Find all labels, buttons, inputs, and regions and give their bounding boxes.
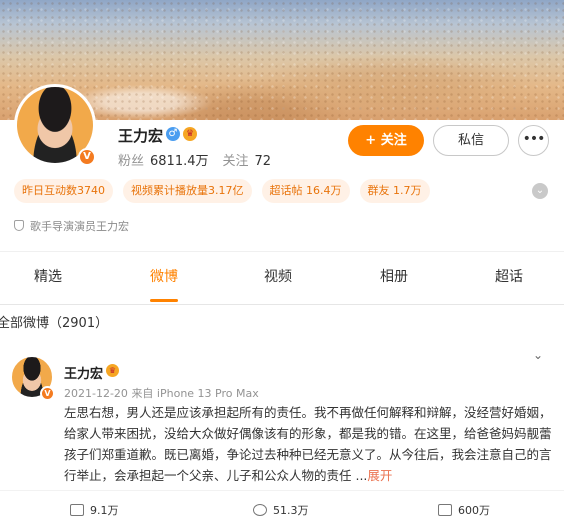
verified-badge-icon: V <box>78 148 96 166</box>
profile-tabs: 精选 微博 视频 相册 超话 <box>0 266 564 304</box>
profile-tags: 昨日互动数3740 视频累计播放量3.17亿 超话帖 16.4万 群友 1.7万 <box>14 179 430 203</box>
follow-button[interactable]: + 关注 <box>348 125 424 156</box>
repost-count: 9.1万 <box>90 504 119 517</box>
tag-interactions[interactable]: 昨日互动数3740 <box>14 179 113 203</box>
follow-count[interactable]: 72 <box>255 154 272 169</box>
active-tab-indicator <box>150 299 178 302</box>
message-button[interactable]: 私信 <box>433 125 509 156</box>
repost-button[interactable]: 9.1万 <box>70 502 119 518</box>
comment-button[interactable]: 51.3万 <box>253 502 309 518</box>
tab-featured[interactable]: 精选 <box>34 266 62 286</box>
post-author-name[interactable]: 王力宏 <box>64 363 103 382</box>
profile-stats: 粉丝 6811.4万 关注 72 <box>118 150 271 169</box>
shield-icon <box>14 220 24 231</box>
comment-count: 51.3万 <box>273 504 309 517</box>
divider <box>0 251 564 252</box>
tab-video[interactable]: 视频 <box>264 266 292 286</box>
vip-crown-icon: ♛ <box>106 364 119 377</box>
post-date[interactable]: 2021-12-20 <box>64 387 128 400</box>
fans-count[interactable]: 6811.4万 <box>150 154 209 169</box>
post-content: 左思右想，男人还是应该承担起所有的责任。我不再做任何解释和辩解，没经营好婚姻，给… <box>64 402 556 486</box>
profile-description: 歌手导演演员王力宏 <box>14 218 129 234</box>
post-text: 左思右想，男人还是应该承担起所有的责任。我不再做任何解释和辩解，没经营好婚姻，给… <box>64 405 552 483</box>
follow-label: 关注 <box>222 154 249 169</box>
divider <box>0 304 564 305</box>
tag-group-fans[interactable]: 群友 1.7万 <box>359 179 430 203</box>
vip-crown-icon[interactable]: ♛ <box>183 127 197 141</box>
description-text: 歌手导演演员王力宏 <box>30 220 129 233</box>
tab-album[interactable]: 相册 <box>380 266 408 286</box>
chevron-down-icon[interactable]: ⌄ <box>533 348 543 362</box>
more-options-button[interactable]: ••• <box>518 125 549 156</box>
like-button[interactable]: 600万 <box>438 502 490 518</box>
fans-label: 粉丝 <box>118 154 145 169</box>
divider <box>0 490 564 491</box>
profile-name: 王力宏 <box>118 127 164 145</box>
chevron-down-icon[interactable]: ⌄ <box>532 183 548 199</box>
tab-supertopic[interactable]: 超话 <box>495 266 523 286</box>
post-meta: 2021-12-20 来自 iPhone 13 Pro Max <box>64 385 259 401</box>
tag-video-plays[interactable]: 视频累计播放量3.17亿 <box>123 179 252 203</box>
like-count: 600万 <box>458 504 490 517</box>
tag-supertopic[interactable]: 超话帖 16.4万 <box>261 179 350 203</box>
thumbs-up-icon <box>438 504 452 516</box>
repost-icon <box>70 504 84 516</box>
all-posts-count[interactable]: 全部微博（2901） <box>0 312 108 331</box>
male-icon: ♂ <box>166 127 180 141</box>
expand-link[interactable]: 展开 <box>367 468 392 483</box>
tab-weibo[interactable]: 微博 <box>150 266 178 286</box>
post-source: 来自 iPhone 13 Pro Max <box>131 387 259 400</box>
comment-icon <box>253 504 267 516</box>
verified-badge-icon: V <box>40 386 55 401</box>
